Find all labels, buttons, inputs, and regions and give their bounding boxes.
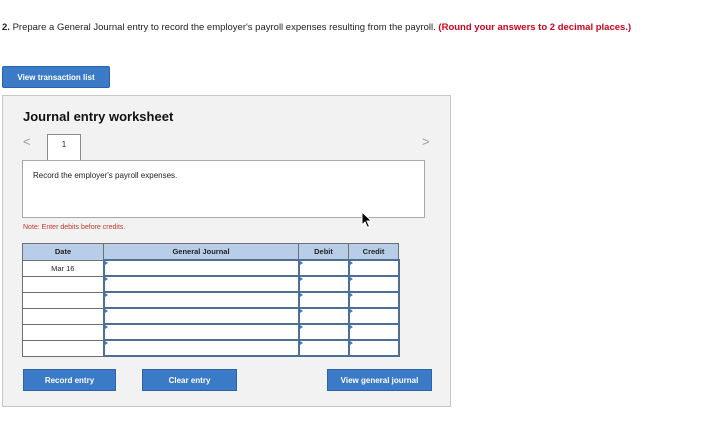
table-row — [22, 275, 400, 293]
credit-input[interactable] — [347, 307, 400, 325]
general-journal-header: General Journal — [103, 243, 299, 261]
record-entry-button[interactable]: Record entry — [23, 369, 116, 391]
prev-chevron-icon[interactable]: < — [23, 134, 31, 149]
date-cell: Mar 16 — [22, 259, 104, 277]
table-row — [22, 323, 400, 341]
view-transaction-list-button[interactable]: View transaction list — [2, 66, 110, 88]
question-text: 2. Prepare a General Journal entry to re… — [2, 22, 642, 34]
question-body: Prepare a General Journal entry to recor… — [12, 22, 436, 33]
debit-input[interactable] — [297, 307, 350, 325]
credit-header: Credit — [348, 243, 399, 261]
credit-input[interactable] — [347, 339, 400, 357]
account-input[interactable] — [102, 259, 300, 277]
date-cell — [22, 291, 104, 309]
table-row: Mar 16 — [22, 259, 400, 277]
credit-input[interactable] — [347, 323, 400, 341]
credit-input[interactable] — [347, 259, 400, 277]
account-input[interactable] — [102, 339, 300, 357]
rounding-hint: (Round your answers to 2 decimal places.… — [438, 22, 632, 33]
debit-header: Debit — [298, 243, 349, 261]
date-header: Date — [22, 243, 104, 261]
debit-credit-note: Note: Enter debits before credits. — [23, 224, 126, 231]
journal-table: Date General Journal Debit Credit Mar 16 — [22, 243, 400, 357]
date-cell — [22, 323, 104, 341]
question-number: 2. — [2, 22, 10, 33]
account-input[interactable] — [102, 291, 300, 309]
date-cell — [22, 275, 104, 293]
debit-input[interactable] — [297, 259, 350, 277]
debit-input[interactable] — [297, 275, 350, 293]
date-cell — [22, 339, 104, 357]
table-row — [22, 291, 400, 309]
table-row — [22, 307, 400, 325]
worksheet-title: Journal entry worksheet — [23, 109, 174, 124]
date-cell — [22, 307, 104, 325]
view-general-journal-button[interactable]: View general journal — [327, 369, 432, 391]
mouse-cursor-icon — [361, 211, 373, 229]
tab-entry-1[interactable]: 1 — [47, 134, 81, 160]
next-chevron-icon[interactable]: > — [422, 134, 430, 149]
account-input[interactable] — [102, 307, 300, 325]
credit-input[interactable] — [347, 275, 400, 293]
debit-input[interactable] — [297, 323, 350, 341]
table-row — [22, 339, 400, 357]
account-input[interactable] — [102, 323, 300, 341]
account-input[interactable] — [102, 275, 300, 293]
credit-input[interactable] — [347, 291, 400, 309]
journal-entry-worksheet-panel: Journal entry worksheet < 1 > Record the… — [2, 95, 451, 407]
debit-input[interactable] — [297, 339, 350, 357]
debit-input[interactable] — [297, 291, 350, 309]
entry-description: Record the employer's payroll expenses. — [22, 160, 425, 218]
clear-entry-button[interactable]: Clear entry — [142, 369, 237, 391]
